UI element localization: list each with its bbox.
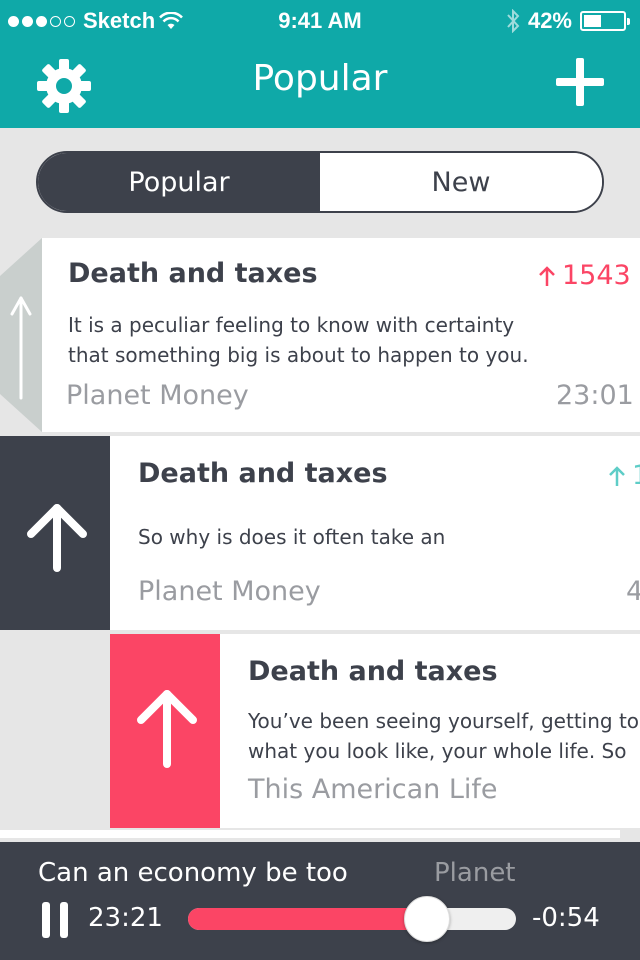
now-playing-title: Can an economy be too <box>38 858 348 888</box>
vote-number: 1 <box>632 460 640 491</box>
episode-duration: 23:01 <box>556 380 634 411</box>
card-content: Death and taxes You’ve been seeing yours… <box>220 634 640 828</box>
episode-description-line1: It is a peculiar feeling to know with ce… <box>68 313 515 337</box>
episode-description-line2: what you look like, your whole life. So <box>248 739 627 763</box>
battery-icon <box>580 11 630 31</box>
up-arrow-icon <box>0 238 42 432</box>
up-arrow-icon <box>27 504 87 572</box>
battery-percent: 42% <box>527 8 572 33</box>
pause-icon[interactable] <box>40 902 70 938</box>
vote-count: 1543 <box>538 260 631 291</box>
card-content: Death and taxes 1 So why is does it ofte… <box>110 436 640 630</box>
episode-description-line2: that something big is about to happen to… <box>68 343 529 367</box>
segment-popular[interactable]: Popular <box>38 153 320 211</box>
episode-title: Death and taxes <box>68 258 318 289</box>
card-gap <box>0 634 110 828</box>
vote-arrow-icon <box>609 465 625 486</box>
episode-title: Death and taxes <box>248 656 498 687</box>
progress-played <box>188 908 428 930</box>
episode-description-line1: So why is does it often take an <box>138 525 446 549</box>
podcast-source: This American Life <box>248 774 498 805</box>
up-arrow-icon <box>137 690 197 768</box>
upvote-action-pink[interactable] <box>110 634 220 828</box>
page-title: Popular <box>252 58 388 99</box>
vote-arrow-icon <box>539 265 555 286</box>
episode-description-line1: You’ve been seeing yourself, getting to <box>248 709 640 733</box>
status-right: 42% <box>506 8 630 34</box>
status-bar: Sketch 9:41 AM 42% <box>0 0 640 40</box>
remaining-time: -0:54 <box>532 903 600 933</box>
podcast-source: Planet Money <box>66 380 249 411</box>
app-header: Sketch 9:41 AM 42% Popular <box>0 0 640 128</box>
now-playing-bar[interactable]: Can an economy be too Planet <box>0 842 640 960</box>
segment-new[interactable]: New <box>320 153 602 211</box>
bluetooth-icon <box>507 9 520 33</box>
elapsed-time: 23:21 <box>88 903 163 933</box>
segmented-control: Popular New <box>36 151 604 213</box>
plus-icon[interactable] <box>554 56 606 108</box>
next-card-edge <box>0 830 620 838</box>
card-content: Death and taxes 1543 It is a peculiar fe… <box>42 238 640 432</box>
vote-number: 1543 <box>562 260 631 291</box>
episode-duration: 4 <box>626 576 640 607</box>
episode-card-3[interactable]: Death and taxes You’ve been seeing yours… <box>0 634 640 828</box>
podcast-source: Planet Money <box>138 576 321 607</box>
upvote-action-light[interactable] <box>0 238 42 432</box>
upvote-action-dark[interactable] <box>0 436 110 630</box>
episode-card-2[interactable]: Death and taxes 1 So why is does it ofte… <box>0 436 640 630</box>
episode-card-1[interactable]: Death and taxes 1543 It is a peculiar fe… <box>0 238 640 432</box>
now-playing-source: Planet <box>434 858 516 888</box>
progress-track[interactable] <box>188 908 516 930</box>
episode-title: Death and taxes <box>138 458 388 489</box>
vote-count: 1 <box>608 460 640 491</box>
